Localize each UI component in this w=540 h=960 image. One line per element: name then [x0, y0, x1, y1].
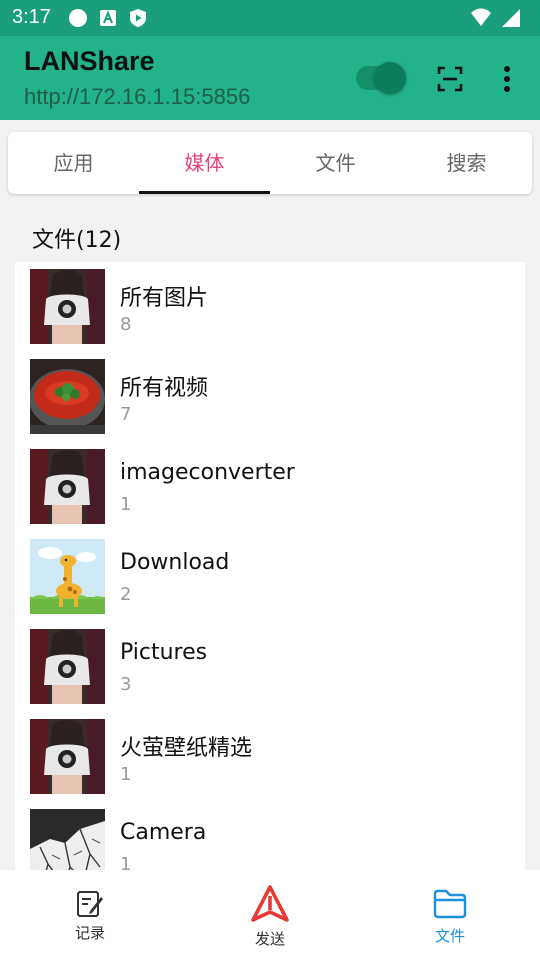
tab-bar: 应用 媒体 文件 搜索 — [8, 132, 532, 194]
folder-list: 所有图片 8 所有视频 7 imageconverter 1 Download … — [15, 262, 525, 870]
folder-thumbnail — [30, 359, 105, 434]
folder-count: 1 — [120, 764, 132, 785]
font-a-icon — [100, 10, 116, 26]
person-photo-image — [30, 719, 105, 794]
folder-name: 所有图片 — [120, 286, 209, 311]
nav-records[interactable]: 记录 — [30, 870, 150, 960]
scan-icon[interactable] — [436, 65, 464, 93]
more-vert-icon[interactable] — [497, 64, 517, 94]
folder-name: 所有视频 — [120, 376, 209, 401]
folder-row[interactable]: 火萤壁纸精选 1 — [15, 712, 525, 802]
folder-count: 2 — [120, 584, 132, 605]
toggle-knob — [374, 62, 406, 94]
status-right-icons — [470, 7, 522, 29]
food-photo-image — [30, 359, 105, 434]
folder-thumbnail — [30, 719, 105, 794]
folder-name: Camera — [120, 820, 207, 845]
folder-count: 3 — [120, 674, 132, 695]
nav-send[interactable]: 发送 — [210, 870, 330, 960]
tab-search[interactable]: 搜索 — [401, 132, 532, 194]
tab-files[interactable]: 文件 — [270, 132, 401, 194]
status-bar: 3:17 — [0, 0, 540, 36]
status-left-icons — [68, 8, 148, 28]
folder-row[interactable]: 所有视频 7 — [15, 352, 525, 442]
cell-signal-icon — [502, 9, 520, 27]
folder-count: 7 — [120, 404, 132, 425]
folder-icon — [433, 889, 467, 919]
nav-files[interactable]: 文件 — [390, 870, 510, 960]
folder-row[interactable]: 所有图片 8 — [15, 262, 525, 352]
folder-name: Pictures — [120, 640, 208, 665]
folder-count: 1 — [120, 494, 132, 515]
folder-thumbnail — [30, 449, 105, 524]
edit-note-icon — [77, 891, 103, 917]
shield-play-icon — [130, 9, 146, 27]
branches-photo-image — [30, 809, 105, 870]
section-title: 文件(12) — [32, 228, 122, 253]
folder-count: 1 — [120, 854, 132, 870]
person-photo-image — [30, 449, 105, 524]
folder-thumbnail — [30, 629, 105, 704]
folder-row[interactable]: imageconverter 1 — [15, 442, 525, 532]
folder-count: 8 — [120, 314, 132, 335]
nav-label: 文件 — [434, 927, 465, 945]
circle-icon — [69, 9, 87, 27]
send-triangle-icon — [251, 885, 289, 922]
person-photo-image — [30, 269, 105, 344]
app-bar: LANShare http://172.16.1.15:5856 — [0, 36, 540, 120]
folder-thumbnail — [30, 539, 105, 614]
folder-thumbnail — [30, 809, 105, 870]
folder-row[interactable]: Download 2 — [15, 532, 525, 622]
folder-thumbnail — [30, 269, 105, 344]
folder-name: imageconverter — [120, 460, 295, 485]
nav-label: 发送 — [254, 930, 285, 948]
folder-name: 火萤壁纸精选 — [120, 736, 253, 761]
server-url: http://172.16.1.15:5856 — [24, 84, 251, 109]
status-time: 3:17 — [12, 6, 51, 28]
folder-row[interactable]: Camera 1 — [15, 802, 525, 870]
bottom-nav: 记录 发送 文件 — [0, 870, 540, 960]
server-toggle[interactable] — [356, 62, 406, 94]
tab-apps[interactable]: 应用 — [8, 132, 139, 194]
giraffe-cartoon-image — [30, 539, 105, 614]
folder-name: Download — [120, 550, 230, 575]
person-photo-image — [30, 629, 105, 704]
tab-media[interactable]: 媒体 — [139, 132, 270, 194]
wifi-icon — [471, 8, 491, 26]
folder-row[interactable]: Pictures 3 — [15, 622, 525, 712]
nav-label: 记录 — [74, 924, 105, 942]
app-title: LANShare — [24, 46, 155, 76]
